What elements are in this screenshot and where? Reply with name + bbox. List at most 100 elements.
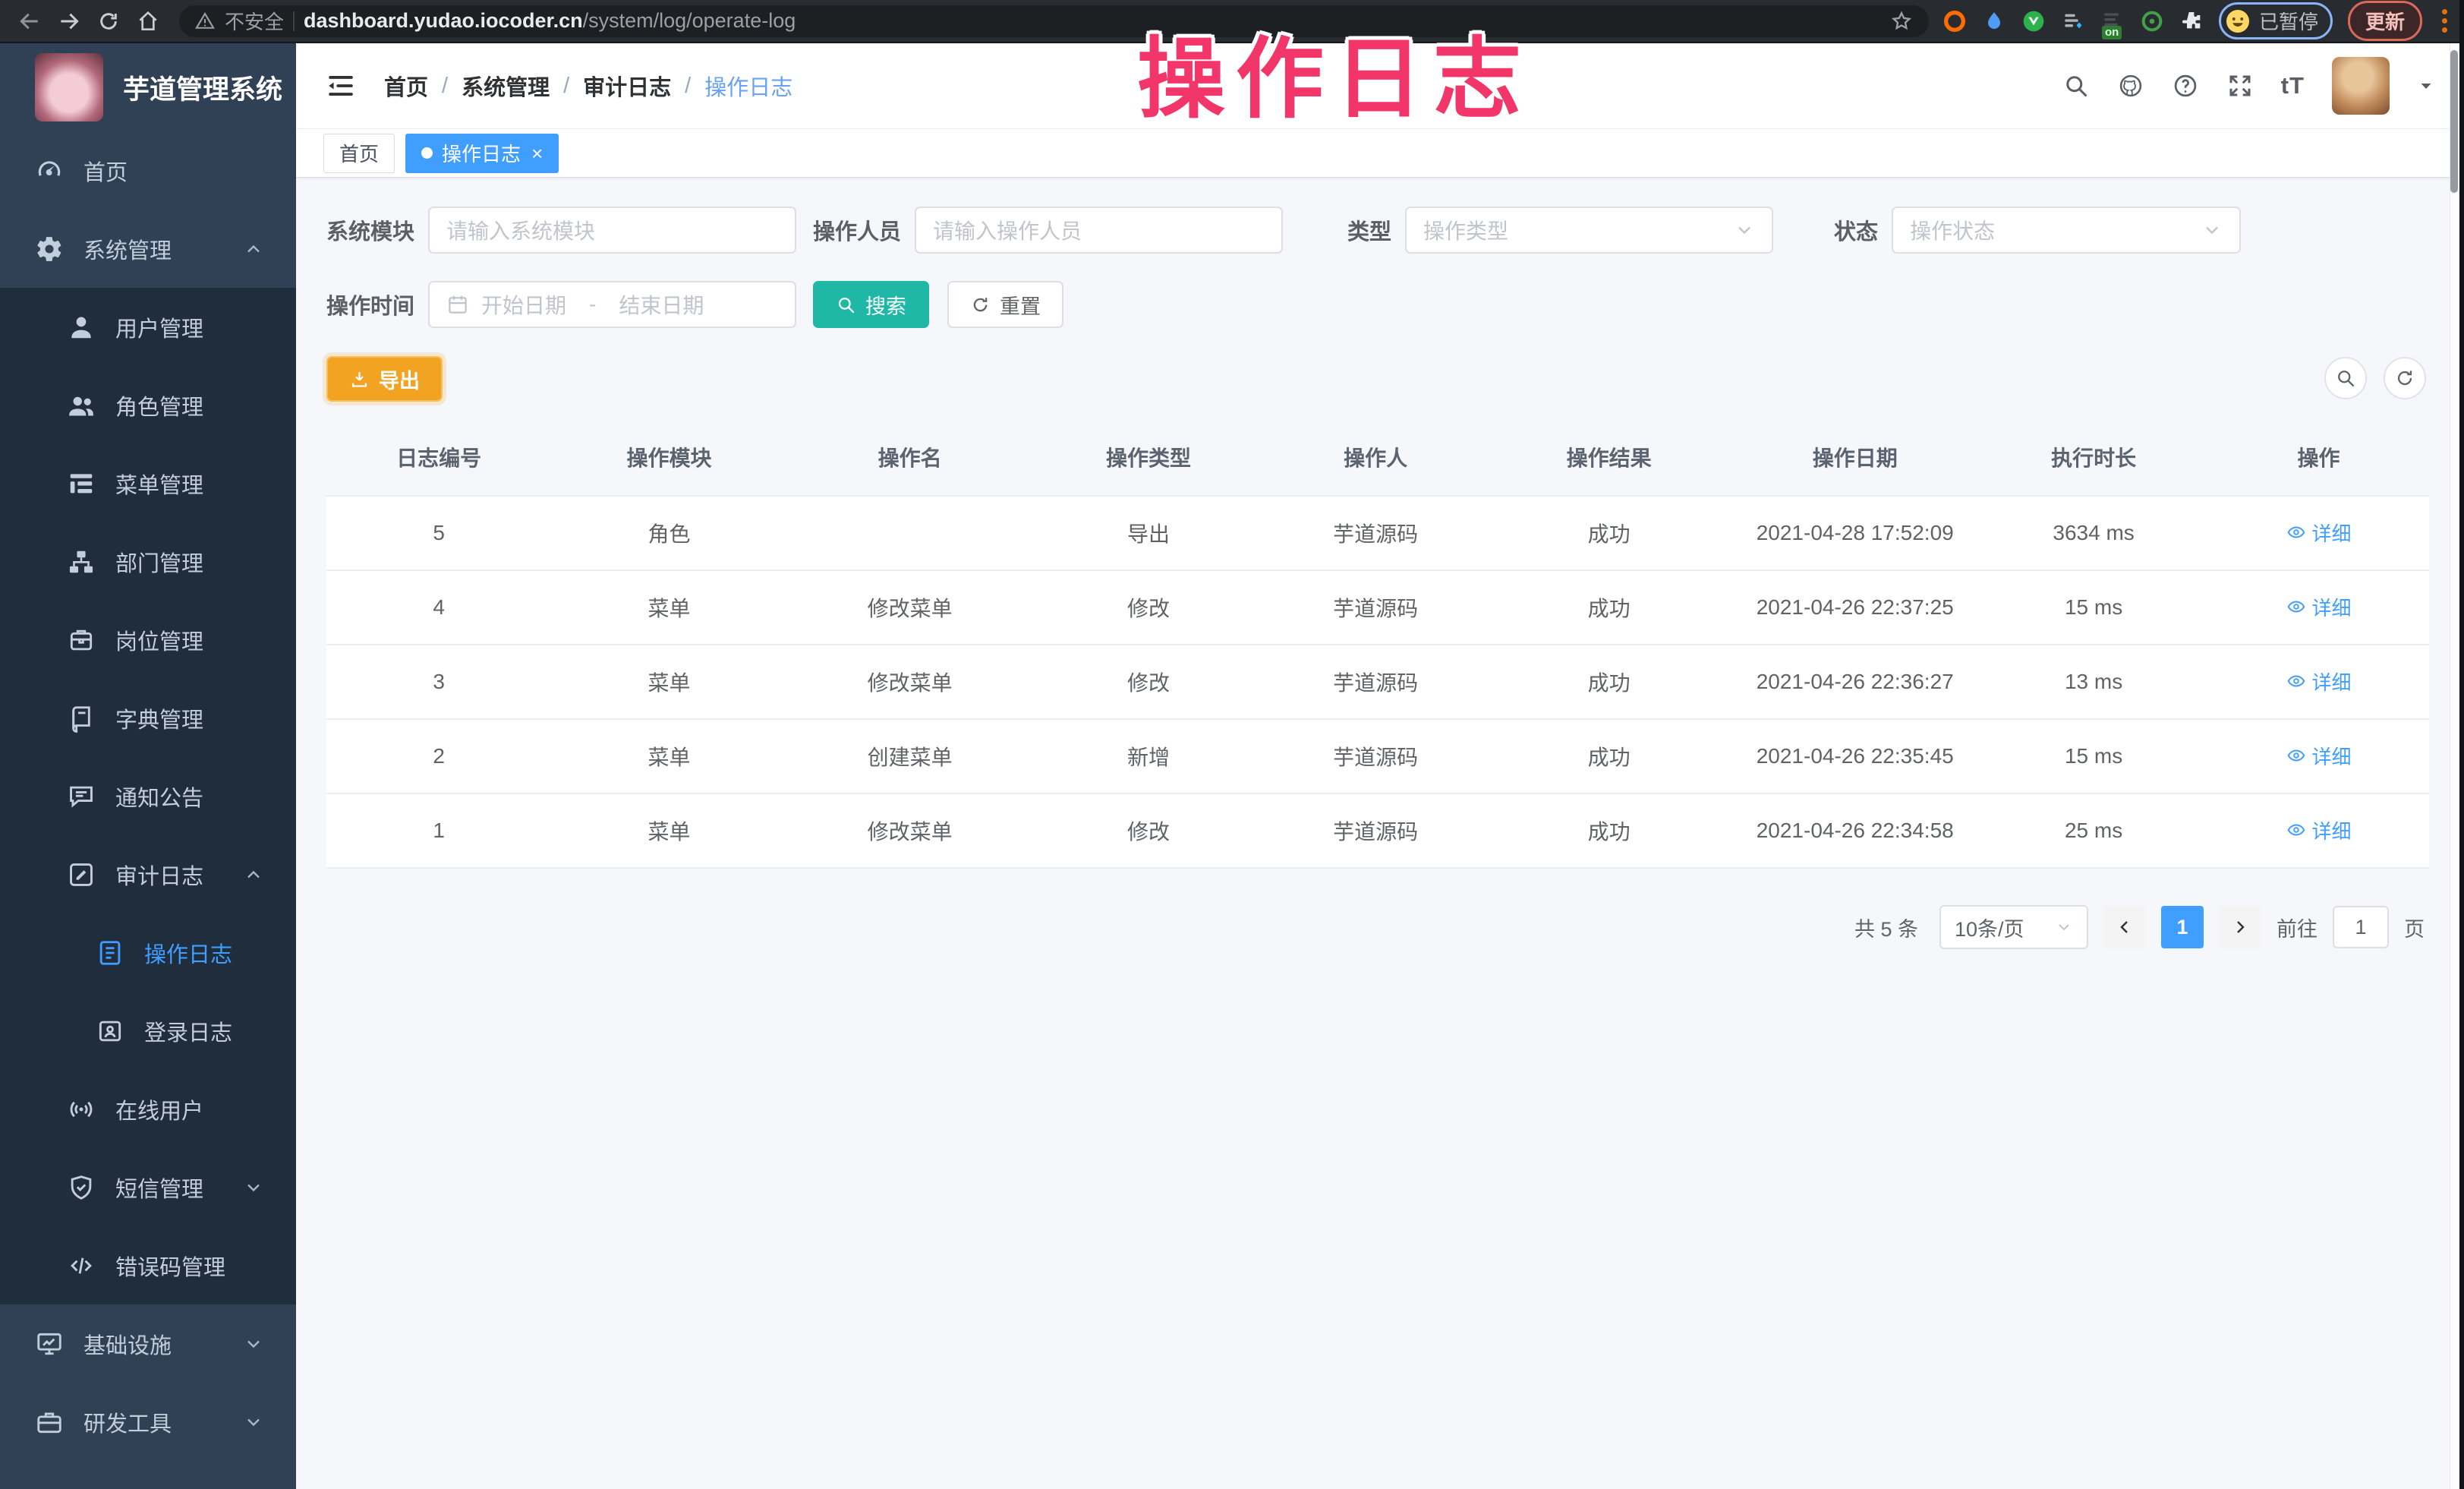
hamburger-icon[interactable]: [325, 70, 357, 102]
sidebar-item-3[interactable]: 角色管理: [0, 366, 296, 444]
sidebar-item-4[interactable]: 菜单管理: [0, 444, 296, 522]
browser-forward-button[interactable]: [52, 4, 87, 39]
detail-link[interactable]: 详细: [2286, 593, 2352, 621]
sidebar-item-0[interactable]: 首页: [0, 131, 296, 210]
detail-link[interactable]: 详细: [2286, 667, 2352, 696]
font-size-icon[interactable]: tT: [2281, 72, 2305, 99]
sidebar-item-8[interactable]: 通知公告: [0, 757, 296, 835]
browser-update-button[interactable]: 更新: [2348, 1, 2422, 41]
detail-link[interactable]: 详细: [2286, 519, 2352, 547]
sidebar-item-13[interactable]: 短信管理: [0, 1148, 296, 1226]
status-select[interactable]: 操作状态: [1892, 207, 2241, 254]
cell-date: 2021-04-26 22:37:25: [1731, 570, 1979, 645]
breadcrumb-item-0[interactable]: 首页: [384, 70, 428, 102]
address-bar[interactable]: 不安全 dashboard.yudao.iocoder.cn/system/lo…: [179, 5, 1929, 37]
module-input[interactable]: 请输入系统模块: [428, 207, 796, 254]
breadcrumb-item-3: 操作日志: [704, 70, 792, 102]
detail-link[interactable]: 详细: [2286, 816, 2352, 844]
sidebar-item-15[interactable]: 基础设施: [0, 1304, 296, 1383]
table-refresh-button[interactable]: [2384, 357, 2426, 399]
bookmark-star-icon[interactable]: [1889, 9, 1914, 33]
sidebar-item-10[interactable]: 操作日志: [0, 913, 296, 992]
extension-proxy-icon[interactable]: on: [2100, 9, 2125, 33]
tag-0[interactable]: 首页: [323, 134, 395, 173]
extension-blue-drop-icon[interactable]: [1982, 9, 2006, 33]
security-warning-icon[interactable]: [194, 11, 216, 32]
cell-module: 菜单: [551, 570, 786, 645]
sidebar-item-6[interactable]: 岗位管理: [0, 601, 296, 679]
sidebar-item-5[interactable]: 部门管理: [0, 522, 296, 601]
sidebar-item-9[interactable]: 审计日志: [0, 835, 296, 913]
type-select[interactable]: 操作类型: [1405, 207, 1773, 254]
browser-back-button[interactable]: [12, 4, 47, 39]
browser-profile-chip[interactable]: 已暂停: [2219, 2, 2333, 39]
cell-module: 菜单: [551, 719, 786, 793]
search-icon[interactable]: [2062, 72, 2090, 99]
browser-menu-icon[interactable]: [2437, 9, 2452, 33]
date-range-input[interactable]: 开始日期 - 结束日期: [428, 281, 796, 328]
security-label[interactable]: 不安全: [225, 7, 284, 35]
browser-reload-button[interactable]: [91, 4, 126, 39]
goto-page-input[interactable]: 1: [2333, 906, 2389, 948]
export-button[interactable]: 导出: [326, 356, 443, 402]
cell-name: 修改菜单: [787, 645, 1033, 719]
sidebar-item-7[interactable]: 字典管理: [0, 679, 296, 757]
sidebar-item-12[interactable]: 在线用户: [0, 1070, 296, 1148]
breadcrumb-item-1[interactable]: 系统管理: [462, 70, 550, 102]
cell-actions: 详细: [2208, 570, 2429, 645]
extension-green-ring-icon[interactable]: [2140, 9, 2164, 33]
github-icon[interactable]: [2117, 72, 2144, 99]
download-icon: [349, 369, 370, 390]
table-row[interactable]: 1菜单修改菜单修改芋道源码成功2021-04-26 22:34:5825 ms详…: [326, 793, 2429, 868]
table-search-toggle-button[interactable]: [2324, 357, 2367, 399]
sidebar-item-14[interactable]: 错误码管理: [0, 1226, 296, 1304]
operator-input[interactable]: 请输入操作人员: [915, 207, 1283, 254]
cell-duration: 13 ms: [1979, 645, 2208, 719]
sidebar-item-16[interactable]: 研发工具: [0, 1383, 296, 1461]
table-row[interactable]: 4菜单修改菜单修改芋道源码成功2021-04-26 22:37:2515 ms详…: [326, 570, 2429, 645]
calendar-icon: [446, 293, 469, 316]
page-scrollbar-track[interactable]: [2450, 43, 2459, 1489]
menu-list-icon: [67, 469, 96, 498]
end-date-placeholder: 结束日期: [619, 289, 704, 320]
sidebar-item-1[interactable]: 系统管理: [0, 210, 296, 288]
page-size-select[interactable]: 10条/页: [1939, 905, 2088, 949]
extensions-puzzle-icon[interactable]: [2179, 9, 2204, 33]
search-button[interactable]: 搜索: [813, 281, 929, 328]
sidebar-logo-row[interactable]: 芋道管理系统: [0, 43, 296, 131]
profile-emoji-avatar: [2224, 8, 2251, 35]
table-row[interactable]: 2菜单创建菜单新增芋道源码成功2021-04-26 22:35:4515 ms详…: [326, 719, 2429, 793]
extension-vue-devtools-icon[interactable]: [2021, 9, 2046, 33]
prev-page-button[interactable]: [2103, 906, 2146, 948]
reset-button[interactable]: 重置: [947, 281, 1063, 328]
detail-link[interactable]: 详细: [2286, 742, 2352, 770]
app-title: 芋道管理系统: [123, 68, 282, 107]
table-row[interactable]: 5角色导出芋道源码成功2021-04-28 17:52:093634 ms详细: [326, 496, 2429, 570]
url-text[interactable]: dashboard.yudao.iocoder.cn/system/log/op…: [304, 9, 796, 33]
breadcrumb-item-2[interactable]: 审计日志: [583, 70, 671, 102]
extension-orange-ring-icon[interactable]: [1943, 9, 1967, 33]
user-avatar[interactable]: [2332, 57, 2390, 115]
next-page-button[interactable]: [2219, 906, 2261, 948]
sidebar-item-11[interactable]: 登录日志: [0, 992, 296, 1070]
current-page-button[interactable]: 1: [2161, 906, 2204, 948]
cell-date: 2021-04-26 22:35:45: [1731, 719, 1979, 793]
page-scrollbar-thumb[interactable]: [2450, 50, 2458, 193]
avatar-caret-down-icon[interactable]: [2417, 77, 2435, 95]
cell-id: 3: [326, 645, 551, 719]
cell-result: 成功: [1487, 570, 1731, 645]
devtools-icon: [35, 1408, 64, 1437]
extension-list-icon[interactable]: [2061, 9, 2085, 33]
fullscreen-icon[interactable]: [2226, 72, 2254, 99]
filter-row-2: 操作时间 开始日期 - 结束日期 搜索 重置: [326, 281, 2429, 328]
column-header-7: 执行时长: [1979, 424, 2208, 496]
help-icon[interactable]: [2172, 72, 2199, 99]
browser-home-button[interactable]: [131, 4, 165, 39]
sidebar-item-2[interactable]: 用户管理: [0, 288, 296, 366]
table-row[interactable]: 3菜单修改菜单修改芋道源码成功2021-04-26 22:36:2713 ms详…: [326, 645, 2429, 719]
time-label: 操作时间: [326, 289, 414, 320]
close-tag-icon[interactable]: ×: [531, 144, 543, 163]
tag-1[interactable]: 操作日志×: [405, 134, 559, 173]
navbar-right-icons: tT: [2062, 57, 2435, 115]
chevron-down-icon: [243, 1412, 264, 1433]
